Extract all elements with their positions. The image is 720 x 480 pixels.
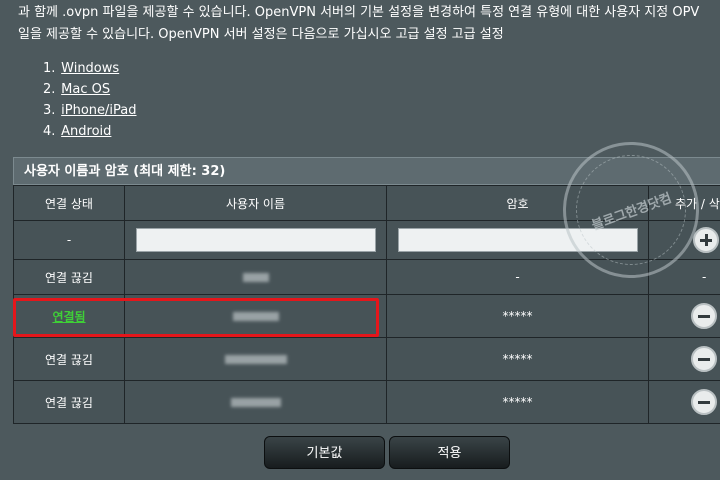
- list-number: 3.: [43, 103, 56, 118]
- table-header-row: 연결 상태 사용자 이름 암호 추가 / 삭: [13, 185, 720, 221]
- list-number: 4.: [43, 124, 56, 139]
- row-action: [648, 337, 720, 381]
- header-status: 연결 상태: [13, 185, 125, 221]
- add-user-button[interactable]: [693, 227, 719, 253]
- blurred-username: [242, 273, 269, 282]
- remove-user-button[interactable]: [691, 303, 717, 329]
- row-action: [648, 380, 720, 424]
- list-number: 2.: [43, 82, 56, 97]
- iphone-ipad-link[interactable]: iPhone/iPad: [61, 103, 136, 118]
- list-item: 4. Android: [43, 121, 137, 142]
- table-title: 사용자 이름과 암호 (최대 제한: 32): [13, 157, 720, 185]
- client-os-list: 1. Windows 2. Mac OS 3. iPhone/iPad 4. A…: [43, 58, 137, 142]
- android-link[interactable]: Android: [61, 124, 111, 139]
- header-username: 사용자 이름: [124, 185, 387, 221]
- default-button[interactable]: 기본값: [264, 436, 385, 469]
- row-action: -: [648, 259, 720, 295]
- blurred-username: [224, 355, 287, 364]
- apply-button[interactable]: 적용: [389, 436, 510, 469]
- row-username-blurred: [124, 259, 387, 295]
- user-table-section: 사용자 이름과 암호 (최대 제한: 32) 연결 상태 사용자 이름 암호 추…: [13, 157, 720, 424]
- row-password: *****: [386, 294, 649, 338]
- add-cell: [648, 220, 720, 260]
- windows-link[interactable]: Windows: [61, 61, 119, 76]
- remove-user-button[interactable]: [691, 389, 717, 415]
- row-password: -: [386, 259, 649, 295]
- password-input[interactable]: [397, 228, 638, 252]
- row-username-blurred: [124, 380, 387, 424]
- blurred-username: [230, 398, 281, 407]
- row-status: 연결 끊김: [13, 259, 125, 295]
- intro-text: 과 함께 .ovpn 파일을 제공할 수 있습니다. OpenVPN 서버의 기…: [18, 2, 720, 46]
- username-input[interactable]: [135, 228, 376, 252]
- intro-line-2: 일을 제공할 수 있습니다. OpenVPN 서버 설정은 다음으로 가십시오 …: [18, 27, 504, 42]
- list-item: 2. Mac OS: [43, 79, 137, 100]
- row-status: 연결 끊김: [13, 380, 125, 424]
- header-action: 추가 / 삭: [648, 185, 720, 221]
- intro-line-1: 과 함께 .ovpn 파일을 제공할 수 있습니다. OpenVPN 서버의 기…: [18, 5, 700, 20]
- table-row: 연결 끊김 *****: [13, 337, 720, 381]
- new-user-status: -: [13, 220, 125, 260]
- row-password: *****: [386, 337, 649, 381]
- list-item: 1. Windows: [43, 58, 137, 79]
- row-action: [648, 294, 720, 338]
- table-row: 연결 끊김 - -: [13, 259, 720, 295]
- new-password-cell: [386, 220, 649, 260]
- vpn-settings-panel: 과 함께 .ovpn 파일을 제공할 수 있습니다. OpenVPN 서버의 기…: [0, 0, 720, 480]
- remove-user-button[interactable]: [691, 346, 717, 372]
- row-password: *****: [386, 380, 649, 424]
- table-row: 연결 끊김 *****: [13, 380, 720, 424]
- mac-os-link[interactable]: Mac OS: [61, 82, 110, 97]
- list-item: 3. iPhone/iPad: [43, 100, 137, 121]
- header-password: 암호: [386, 185, 649, 221]
- list-number: 1.: [43, 61, 56, 76]
- new-user-row: -: [13, 220, 720, 260]
- row-username-blurred: [124, 337, 387, 381]
- new-user-cell: [124, 220, 387, 260]
- row-status: 연결 끊김: [13, 337, 125, 381]
- connected-row-highlight: [13, 298, 379, 337]
